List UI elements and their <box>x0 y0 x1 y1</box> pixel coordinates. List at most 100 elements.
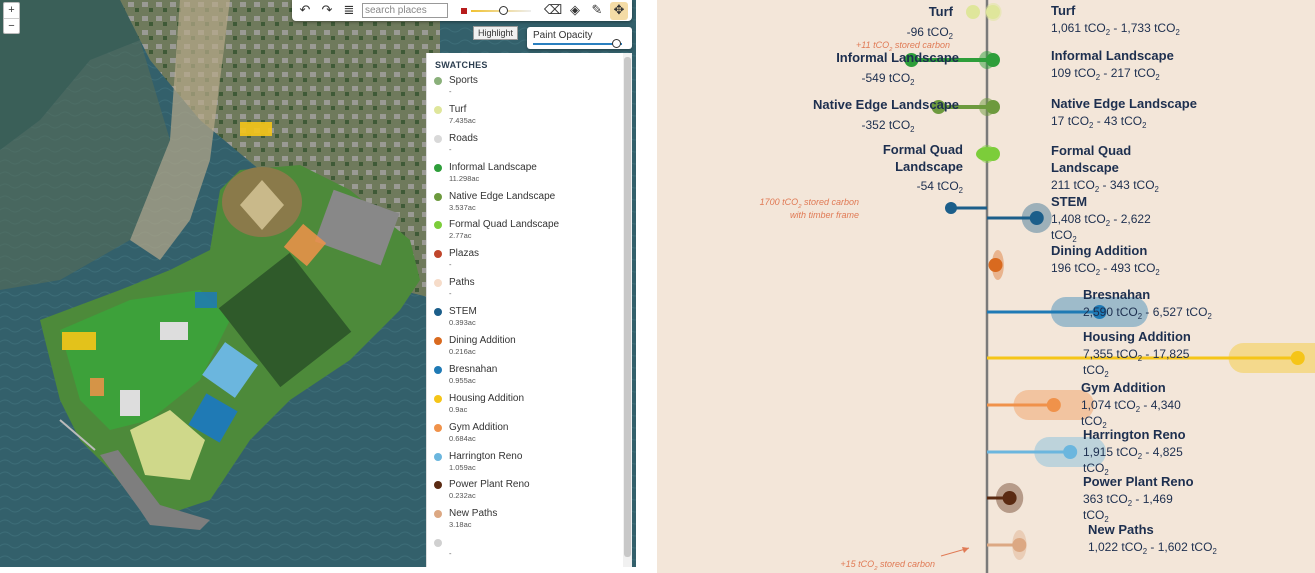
swatch-item[interactable]: Housing Addition 0.9ac <box>434 392 632 421</box>
right-label-name: Formal Quad <box>1051 143 1131 158</box>
swatch-name <box>449 536 452 549</box>
swatch-name: Housing Addition <box>449 392 525 404</box>
swatch-color-dot <box>434 279 442 288</box>
swatch-area: - <box>449 87 452 96</box>
swatch-text: Informal Landscape 11.298ac <box>449 161 537 183</box>
swatch-item[interactable]: Gym Addition 0.684ac <box>434 421 632 450</box>
swatch-item[interactable]: Paths - <box>434 276 632 305</box>
swatches-scrollbar[interactable] <box>623 53 632 567</box>
undo-icon[interactable]: ↶ <box>296 2 314 20</box>
redo-icon[interactable]: ↷ <box>318 2 336 20</box>
swatch-text: Native Edge Landscape 3.537ac <box>449 190 555 212</box>
swatch-text: Sports - <box>449 74 478 96</box>
right-label-range: 196 tCO2​ - 493 tCO2​ <box>1051 261 1160 277</box>
swatch-name: Sports <box>449 75 478 86</box>
right-label-name: Housing Addition <box>1083 329 1191 344</box>
right-label-name: Harrington Reno <box>1083 427 1186 442</box>
swatch-item[interactable]: Formal Quad Landscape 2.77ac <box>434 218 632 247</box>
swatch-text: Paths - <box>449 276 475 298</box>
swatch-name: Dining Addition <box>449 335 516 347</box>
swatch-name: Native Edge Landscape <box>449 190 556 202</box>
swatch-item[interactable]: Native Edge Landscape 3.537ac <box>434 190 632 219</box>
swatch-text: Roads - <box>449 132 478 154</box>
swatch-text: Plazas - <box>449 247 479 269</box>
right-point <box>1290 351 1305 365</box>
swatch-item[interactable]: STEM 0.393ac <box>434 305 632 334</box>
stored-carbon-note: +15 tCO2​ stored carbon <box>840 559 935 572</box>
swatch-name: Informal Landscape <box>449 161 537 173</box>
right-label-range: 1,915 tCO2​ - 4,825 <box>1083 445 1183 461</box>
right-label-range: 1,074 tCO2​ - 4,340 <box>1081 398 1181 414</box>
swatch-item[interactable]: Informal Landscape 11.298ac <box>434 161 632 190</box>
swatch-item[interactable]: New Paths 3.18ac <box>434 507 632 536</box>
right-label-range: 2,590 tCO2​ - 6,527 tCO2​ <box>1083 305 1212 321</box>
swatch-name: Power Plant Reno <box>449 479 530 491</box>
left-label-name: Turf <box>929 4 954 19</box>
swatch-name: New Paths <box>449 508 498 520</box>
swatch-area: 11.298ac <box>449 173 480 183</box>
swatch-area: - <box>449 549 452 559</box>
right-label-range: 7,355 tCO2​ - 17,825 <box>1083 347 1190 363</box>
left-label-value: -352 tCO2​ <box>861 118 914 134</box>
swatch-area: 2.77ac <box>449 231 472 241</box>
paint-opacity-knob[interactable] <box>611 39 621 48</box>
pencil-icon[interactable]: ✎ <box>588 2 606 20</box>
right-point <box>986 5 1000 19</box>
swatches-title: SWATCHES <box>435 60 488 70</box>
left-label-name: Native Edge Landscape <box>813 97 959 112</box>
brush-color-swatch[interactable] <box>461 7 467 14</box>
right-point <box>988 258 1003 272</box>
swatch-text: - <box>449 536 452 558</box>
swatch-text: Turf 7.435ac <box>449 103 476 125</box>
right-label-name: New Paths <box>1088 522 1154 537</box>
swatch-item[interactable]: - <box>434 536 632 565</box>
swatch-item[interactable]: Power Plant Reno 0.232ac <box>434 478 632 507</box>
swatch-item[interactable]: Sports - <box>434 74 632 103</box>
right-label-name: STEM <box>1051 194 1087 209</box>
swatch-color-dot <box>434 105 442 114</box>
swatch-color-dot <box>434 423 442 432</box>
note-arrow-head <box>962 547 969 553</box>
zoom-in-button[interactable]: + <box>4 3 19 18</box>
right-point <box>986 100 1000 114</box>
paint-opacity-control: Paint Opacity <box>527 27 632 49</box>
swatch-color-dot <box>434 192 442 201</box>
eraser-icon[interactable]: ⌫ <box>544 2 562 20</box>
swatch-item[interactable]: Bresnahan 0.955ac <box>434 363 632 392</box>
swatch-name: Gym Addition <box>449 421 509 433</box>
swatch-area: 0.216ac <box>449 347 476 357</box>
swatch-area: 0.232ac <box>449 491 476 501</box>
zoom-control: + − <box>3 2 20 34</box>
map-panel[interactable]: + − ↶ ↷ ≣ ⌫ ◈ ✎ ✥ Highlight Paint Opacit… <box>0 0 636 567</box>
right-label-range: 17 tCO2​ - 43 tCO2​ <box>1051 114 1146 130</box>
left-label-name: Formal Quad <box>883 142 963 157</box>
swatches-scroll-thumb[interactable] <box>624 57 631 557</box>
swatch-name: Roads <box>449 132 478 144</box>
right-label-range: 363 tCO2​ - 1,469 <box>1083 492 1173 508</box>
swatch-color-dot <box>434 481 442 490</box>
stored-carbon-note: with timber frame <box>790 210 859 220</box>
right-point <box>1002 491 1017 505</box>
swatch-item[interactable]: Dining Addition 0.216ac <box>434 334 632 363</box>
swatch-color-dot <box>434 452 442 461</box>
swatch-text: Housing Addition 0.9ac <box>449 392 524 414</box>
swatch-item[interactable]: Roads - <box>434 132 632 161</box>
right-label-name: Dining Addition <box>1051 243 1147 258</box>
swatch-area: 0.955ac <box>449 375 476 385</box>
swatch-item[interactable]: Harrington Reno 1.059ac <box>434 450 632 479</box>
paint-opacity-track[interactable] <box>533 43 622 45</box>
swatch-item[interactable]: Plazas - <box>434 247 632 276</box>
fill-bucket-icon[interactable]: ◈ <box>566 2 584 20</box>
brush-size-knob[interactable] <box>499 5 509 15</box>
right-label-range: 109 tCO2​ - 217 tCO2​ <box>1051 66 1160 82</box>
left-point <box>945 202 957 214</box>
zoom-out-button[interactable]: − <box>4 18 19 33</box>
swatch-area: 3.537ac <box>449 202 476 212</box>
swatch-item[interactable]: Turf 7.435ac <box>434 103 632 132</box>
right-point <box>1029 211 1044 225</box>
layers-icon[interactable]: ≣ <box>340 2 358 20</box>
swatch-text: Gym Addition 0.684ac <box>449 421 508 443</box>
move-icon[interactable]: ✥ <box>610 1 628 20</box>
brush-size-slider[interactable] <box>471 5 531 17</box>
search-input[interactable] <box>362 3 448 18</box>
